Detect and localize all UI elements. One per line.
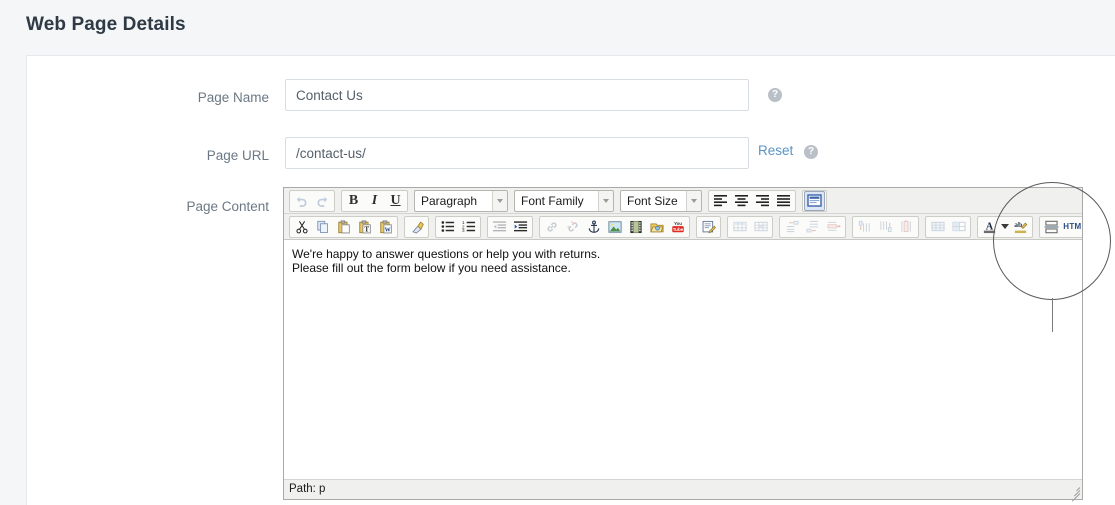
undo-icon[interactable] bbox=[291, 191, 312, 211]
toolbar-group-history bbox=[289, 189, 335, 212]
merge-cells-icon[interactable] bbox=[948, 217, 969, 237]
details-card: Page Name ? Page URL Reset ? Page Conten… bbox=[26, 55, 1115, 505]
toolbar-group-table-props bbox=[727, 215, 773, 238]
insert-col-after-icon[interactable] bbox=[875, 217, 896, 237]
remove-format-icon[interactable] bbox=[406, 217, 427, 237]
toolbar-group-fullscreen bbox=[802, 189, 827, 212]
toolbar-group-alignment bbox=[708, 189, 796, 212]
editor-path-label: Path: p bbox=[289, 483, 326, 495]
edit-source-icon[interactable] bbox=[698, 217, 719, 237]
insert-col-before-icon[interactable] bbox=[854, 217, 875, 237]
delete-col-icon[interactable] bbox=[896, 217, 917, 237]
align-left-icon[interactable] bbox=[710, 191, 731, 211]
chevron-down-icon[interactable] bbox=[598, 190, 613, 211]
paste-word-icon[interactable]: W bbox=[375, 217, 396, 237]
font-size-select[interactable]: Font Size bbox=[620, 189, 702, 212]
insert-row-before-icon[interactable] bbox=[781, 217, 802, 237]
toolbar-group-clipboard: T W bbox=[289, 215, 398, 238]
rich-text-editor[interactable]: B I U Paragraph Font Family Font Size T … bbox=[283, 187, 1083, 502]
editor-resize-handle[interactable] bbox=[1066, 483, 1081, 502]
align-right-icon[interactable] bbox=[752, 191, 773, 211]
editor-toolbar-row-2: T W 1 2 3 You Tube A ab HTM bbox=[284, 214, 1082, 240]
insert-row-after-icon[interactable] bbox=[802, 217, 823, 237]
toolbar-group-colors: A ab bbox=[977, 215, 1033, 238]
toolbar-group-indent bbox=[487, 215, 533, 238]
background-color-icon[interactable]: ab bbox=[1010, 217, 1031, 237]
editor-status-bar: Path: p bbox=[284, 479, 1082, 502]
paste-icon[interactable] bbox=[333, 217, 354, 237]
split-cells-icon[interactable] bbox=[927, 217, 948, 237]
fullscreen-icon[interactable] bbox=[804, 190, 825, 211]
page-name-help-icon[interactable]: ? bbox=[768, 88, 782, 102]
font-family-value: Font Family bbox=[521, 193, 584, 208]
copy-icon[interactable] bbox=[312, 217, 333, 237]
paste-text-icon[interactable]: T bbox=[354, 217, 375, 237]
bold-icon[interactable]: B bbox=[343, 191, 364, 211]
page-url-input[interactable] bbox=[285, 137, 749, 169]
svg-text:You: You bbox=[674, 220, 682, 225]
unlink-icon[interactable] bbox=[562, 217, 583, 237]
reset-url-link[interactable]: Reset bbox=[758, 143, 793, 158]
toolbar-group-edit bbox=[696, 215, 721, 238]
underline-icon[interactable]: U bbox=[385, 191, 406, 211]
bullet-list-icon[interactable] bbox=[437, 217, 458, 237]
outdent-icon[interactable] bbox=[489, 217, 510, 237]
chevron-down-icon[interactable] bbox=[492, 190, 507, 211]
file-manager-icon[interactable] bbox=[646, 217, 667, 237]
chevron-down-icon[interactable] bbox=[686, 190, 701, 211]
html-source-button[interactable]: HTML bbox=[1062, 217, 1082, 237]
horizontal-rule-icon[interactable] bbox=[1041, 217, 1062, 237]
redo-icon[interactable] bbox=[312, 191, 333, 211]
screen-root: Web Page Details Page Name ? Page URL Re… bbox=[0, 0, 1115, 505]
font-family-select[interactable]: Font Family bbox=[514, 189, 614, 212]
italic-icon[interactable]: I bbox=[364, 191, 385, 211]
toolbar-group-insert: You Tube bbox=[539, 215, 690, 238]
image-icon[interactable] bbox=[604, 217, 625, 237]
text-color-chevron-icon[interactable] bbox=[1000, 217, 1010, 237]
numbered-list-icon[interactable]: 123 bbox=[458, 217, 479, 237]
table-row-props-icon[interactable] bbox=[729, 217, 750, 237]
page-name-label: Page Name bbox=[197, 90, 269, 105]
link-icon[interactable] bbox=[541, 217, 562, 237]
anchor-icon[interactable] bbox=[583, 217, 604, 237]
svg-text:3: 3 bbox=[462, 228, 465, 233]
page-title: Web Page Details bbox=[26, 14, 186, 35]
font-size-value: Font Size bbox=[627, 193, 678, 208]
table-cell-props-icon[interactable] bbox=[750, 217, 771, 237]
youtube-icon[interactable]: You Tube bbox=[667, 217, 688, 237]
toolbar-group-lists: 123 bbox=[435, 215, 481, 238]
delete-row-icon[interactable] bbox=[823, 217, 844, 237]
align-justify-icon[interactable] bbox=[773, 191, 794, 211]
indent-icon[interactable] bbox=[510, 217, 531, 237]
page-name-input[interactable] bbox=[285, 79, 749, 111]
editor-content-line: Please fill out the form below if you ne… bbox=[292, 261, 571, 275]
html-source-label: HTML bbox=[1063, 222, 1082, 231]
toolbar-group-table-rows bbox=[779, 215, 846, 238]
paragraph-format-select[interactable]: Paragraph bbox=[414, 189, 508, 212]
page-url-label: Page URL bbox=[206, 148, 269, 163]
svg-text:W: W bbox=[384, 227, 391, 233]
media-icon[interactable] bbox=[625, 217, 646, 237]
toolbar-group-html-tools: HTML bbox=[1039, 215, 1082, 238]
align-center-icon[interactable] bbox=[731, 191, 752, 211]
toolbar-group-text-format: B I U bbox=[341, 189, 408, 212]
toolbar-group-cleanup bbox=[404, 215, 429, 238]
cut-icon[interactable] bbox=[291, 217, 312, 237]
editor-content-line: We're happy to answer questions or help … bbox=[292, 247, 601, 261]
toolbar-group-table-cols bbox=[852, 215, 919, 238]
svg-text:T: T bbox=[364, 225, 369, 233]
page-content-label: Page Content bbox=[186, 199, 269, 214]
page-url-help-icon[interactable]: ? bbox=[804, 145, 818, 159]
editor-content-area[interactable]: We're happy to answer questions or help … bbox=[284, 242, 1082, 479]
toolbar-group-table-merge bbox=[925, 215, 971, 238]
paragraph-format-value: Paragraph bbox=[421, 193, 478, 208]
text-color-icon[interactable]: A bbox=[979, 217, 1000, 237]
svg-text:Tube: Tube bbox=[672, 227, 683, 232]
editor-toolbar-row-1: B I U Paragraph Font Family Font Size bbox=[284, 188, 1082, 214]
svg-text:ab: ab bbox=[1014, 220, 1022, 229]
